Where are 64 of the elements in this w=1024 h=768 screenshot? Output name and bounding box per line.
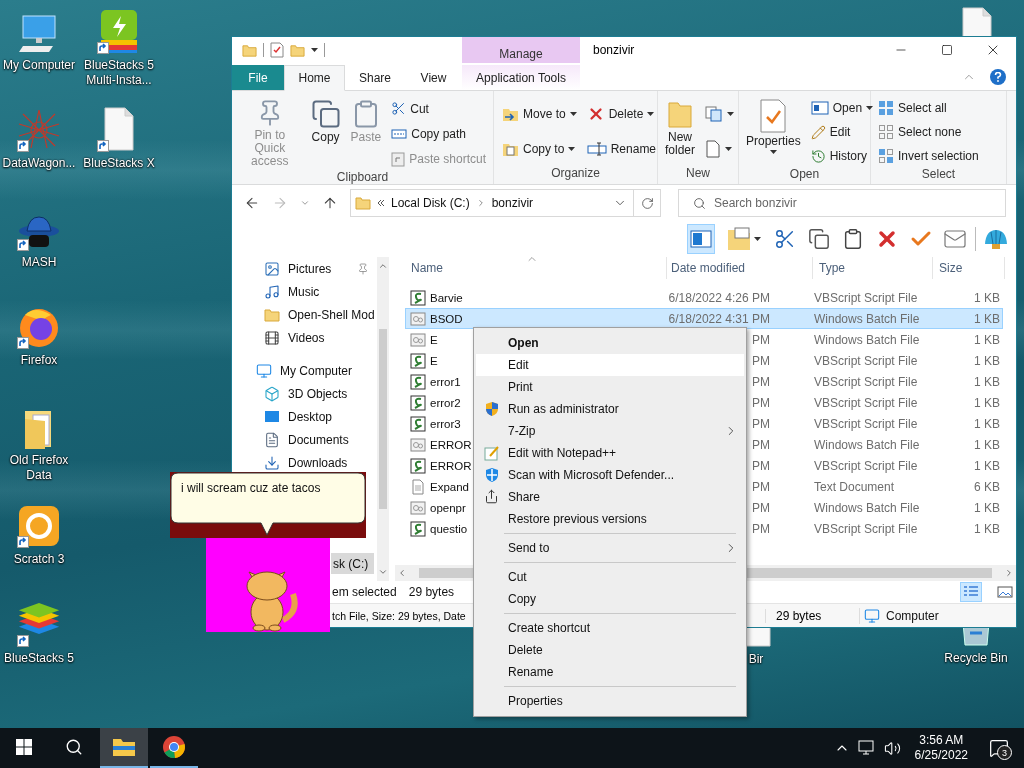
- date-modified: PM: [751, 437, 770, 452]
- location-status: Computer: [886, 608, 939, 623]
- file-size: 1 KB: [973, 395, 1000, 410]
- file-size: 6 KB: [973, 479, 1000, 494]
- date-modified: PM: [751, 395, 770, 410]
- file-name: E: [430, 354, 438, 367]
- file-name: Expand: [430, 480, 469, 493]
- file-type: VBScript Script File: [814, 395, 919, 410]
- date-modified: PM: [751, 458, 770, 473]
- date-modified: PM: [751, 500, 770, 515]
- date-modified: PM: [751, 353, 770, 368]
- file-description: tch File, Size: 29 bytes, Date: [331, 609, 467, 622]
- file-size: 1 KB: [973, 311, 1000, 326]
- file-type: VBScript Script File: [814, 290, 919, 305]
- selection-size: 29 bytes: [408, 585, 455, 599]
- file-size: 1 KB: [973, 374, 1000, 389]
- file-type: Windows Batch File: [814, 500, 921, 515]
- file-name: questio: [430, 522, 468, 535]
- file-type: Text Document: [814, 479, 896, 494]
- file-size-status: 29 bytes: [765, 608, 859, 623]
- speech-text: i will scream cuz ate tacos: [181, 481, 321, 495]
- file-size: 1 KB: [973, 416, 1000, 431]
- file-size: 1 KB: [973, 332, 1000, 347]
- time: 3:56 AM: [919, 733, 964, 748]
- file-type: VBScript Script File: [814, 374, 919, 389]
- ribbon-group-label: Select: [920, 167, 957, 183]
- file-size: 1 KB: [973, 521, 1000, 536]
- file-name: error1: [430, 375, 461, 388]
- selection-status: em selected: [332, 585, 397, 599]
- date-modified: PM: [751, 374, 770, 389]
- file-size: 1 KB: [973, 290, 1000, 305]
- file-name: BSOD: [430, 312, 463, 325]
- file-name: ERROR: [430, 459, 472, 472]
- file-type: Windows Batch File: [814, 437, 921, 452]
- file-name: openpr: [430, 501, 466, 514]
- file-name: Barvie: [430, 291, 463, 304]
- file-name: error3: [430, 417, 461, 430]
- file-size: 1 KB: [973, 353, 1000, 368]
- date: 6/25/2022: [914, 748, 968, 763]
- date-modified: 6/18/2022 4:26 PM: [668, 290, 770, 305]
- file-size: 1 KB: [973, 500, 1000, 515]
- date-modified: PM: [751, 332, 770, 347]
- file-type: Windows Batch File: [814, 332, 921, 347]
- ribbon-group-label: Clipboard: [335, 170, 390, 184]
- file-type: Windows Batch File: [814, 311, 921, 326]
- file-type: VBScript Script File: [814, 521, 919, 536]
- date-modified: PM: [751, 479, 770, 494]
- file-name: E: [430, 333, 438, 346]
- file-name: error2: [430, 396, 461, 409]
- date-modified: PM: [751, 416, 770, 431]
- notification-count: 3: [997, 745, 1012, 760]
- file-size: 1 KB: [973, 458, 1000, 473]
- file-type: VBScript Script File: [814, 353, 919, 368]
- ribbon-group-label: Open: [788, 167, 821, 183]
- date-modified: 6/18/2022 4:31 PM: [668, 311, 770, 326]
- file-type: VBScript Script File: [814, 458, 919, 473]
- window-title: bonzivir: [592, 42, 636, 59]
- ribbon-group-label: New: [685, 166, 711, 182]
- ribbon-group-label: Organize: [550, 166, 601, 182]
- file-size: 1 KB: [973, 437, 1000, 452]
- file-name: ERROR: [430, 438, 472, 451]
- date-modified: PM: [751, 521, 770, 536]
- file-type: VBScript Script File: [814, 416, 919, 431]
- context-tab-header: Manage: [462, 37, 580, 63]
